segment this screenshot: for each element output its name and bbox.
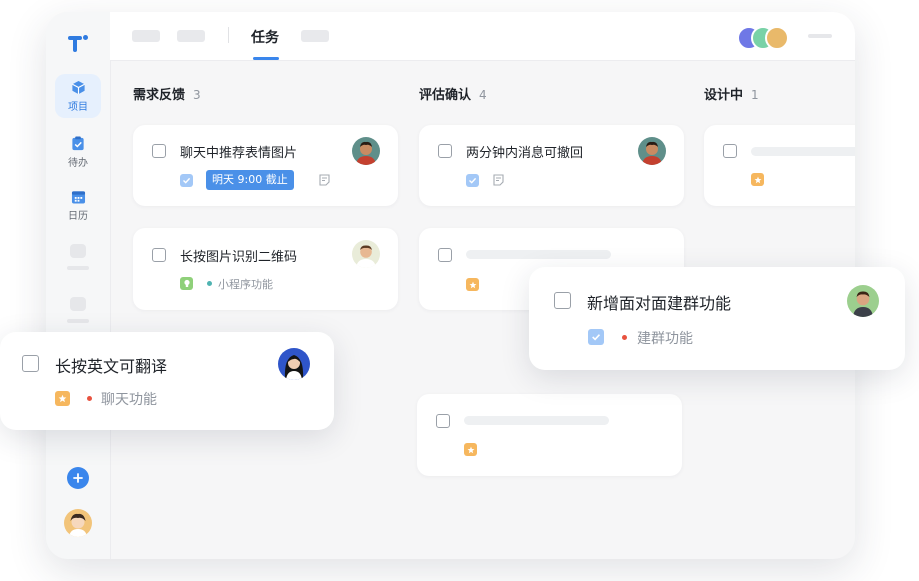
tab-placeholder[interactable] <box>132 30 160 42</box>
sidebar-placeholder-icon <box>70 297 86 311</box>
task-checkbox[interactable] <box>22 355 39 372</box>
column-title: 设计中 1 <box>704 84 759 103</box>
app-logo-icon <box>68 35 88 52</box>
sidebar-placeholder-icon <box>70 244 86 258</box>
plus-icon <box>73 473 83 483</box>
sidebar-item-label: 日历 <box>68 211 88 222</box>
sidebar-item-todo[interactable]: 待办 <box>55 130 101 174</box>
task-checkbox[interactable] <box>438 144 452 158</box>
column-count: 1 <box>751 88 759 102</box>
star-icon <box>751 173 764 186</box>
title-placeholder <box>466 250 611 259</box>
task-checkbox[interactable] <box>152 144 166 158</box>
column-title-text: 评估确认 <box>419 88 472 103</box>
star-icon <box>464 443 477 456</box>
tag-color-dot <box>87 396 92 401</box>
task-title: 新增面对面建群功能 <box>587 294 732 313</box>
subtask-check-icon <box>180 174 193 187</box>
tag-color-dot <box>207 281 212 286</box>
note-icon <box>319 174 330 186</box>
top-bar: 任务 <box>110 12 855 61</box>
sidebar-item-calendar[interactable]: 日历 <box>55 184 101 228</box>
assignee-avatar[interactable] <box>352 137 380 165</box>
column-count: 4 <box>479 88 487 102</box>
active-tab-indicator <box>253 57 279 60</box>
task-checkbox[interactable] <box>438 248 452 262</box>
more-placeholder[interactable] <box>808 34 832 38</box>
sidebar-item-label: 待办 <box>68 157 88 169</box>
task-title: 长按英文可翻译 <box>55 357 168 376</box>
star-icon <box>466 278 479 291</box>
cube-icon <box>71 80 85 94</box>
sidebar-placeholder-label <box>67 319 89 323</box>
current-user-avatar[interactable] <box>64 509 92 537</box>
sidebar: 项目 待办 日历 <box>46 12 111 559</box>
assignee-avatar[interactable] <box>638 137 666 165</box>
star-icon <box>55 391 70 406</box>
task-title: 聊天中推荐表情图片 <box>180 146 298 161</box>
task-checkbox[interactable] <box>436 414 450 428</box>
tag-color-dot <box>622 335 627 340</box>
tab-divider <box>228 27 229 43</box>
title-placeholder <box>464 416 609 425</box>
column-count: 3 <box>193 88 201 102</box>
calendar-icon <box>71 191 85 204</box>
tab-placeholder[interactable] <box>177 30 205 42</box>
column-title-text: 设计中 <box>704 88 744 103</box>
tab-placeholder[interactable] <box>301 30 329 42</box>
title-placeholder <box>751 147 855 156</box>
subtask-check-icon <box>466 174 479 187</box>
assignee-avatar[interactable] <box>352 240 380 268</box>
member-avatar <box>765 26 789 50</box>
assignee-avatar[interactable] <box>278 348 310 380</box>
task-card[interactable]: 长按图片识别二维码 小程序功能 <box>133 228 398 310</box>
floating-task-card[interactable]: 新增面对面建群功能 建群功能 <box>529 267 905 370</box>
task-card-placeholder[interactable] <box>417 394 682 476</box>
task-checkbox[interactable] <box>723 144 737 158</box>
floating-task-card[interactable]: 长按英文可翻译 聊天功能 <box>0 332 334 430</box>
sidebar-item-project[interactable]: 项目 <box>55 74 101 118</box>
subtask-check-icon <box>588 329 604 345</box>
add-button[interactable] <box>67 467 89 489</box>
task-tag: 小程序功能 <box>218 278 273 291</box>
task-tag: 建群功能 <box>637 331 693 347</box>
column-title-text: 需求反馈 <box>133 88 186 103</box>
tab-tasks[interactable]: 任务 <box>251 27 279 47</box>
sidebar-placeholder-label <box>67 266 89 270</box>
task-card[interactable]: 两分钟内消息可撤回 <box>419 125 684 206</box>
task-tag: 聊天功能 <box>101 392 157 408</box>
clipboard-check-icon <box>72 135 84 150</box>
column-title: 需求反馈 3 <box>133 84 201 103</box>
column-title: 评估确认 4 <box>419 84 487 103</box>
task-title: 两分钟内消息可撤回 <box>466 146 584 161</box>
task-checkbox[interactable] <box>152 248 166 262</box>
task-card[interactable]: 聊天中推荐表情图片 明天 9:00 截止 <box>133 125 398 206</box>
due-date-badge[interactable]: 明天 9:00 截止 <box>206 170 294 190</box>
bulb-icon <box>180 277 193 290</box>
sidebar-item-label: 项目 <box>68 101 88 113</box>
note-icon <box>493 174 504 186</box>
assignee-avatar[interactable] <box>847 285 879 317</box>
task-title: 长按图片识别二维码 <box>180 250 298 265</box>
task-card-placeholder[interactable] <box>704 125 855 206</box>
task-checkbox[interactable] <box>554 292 571 309</box>
